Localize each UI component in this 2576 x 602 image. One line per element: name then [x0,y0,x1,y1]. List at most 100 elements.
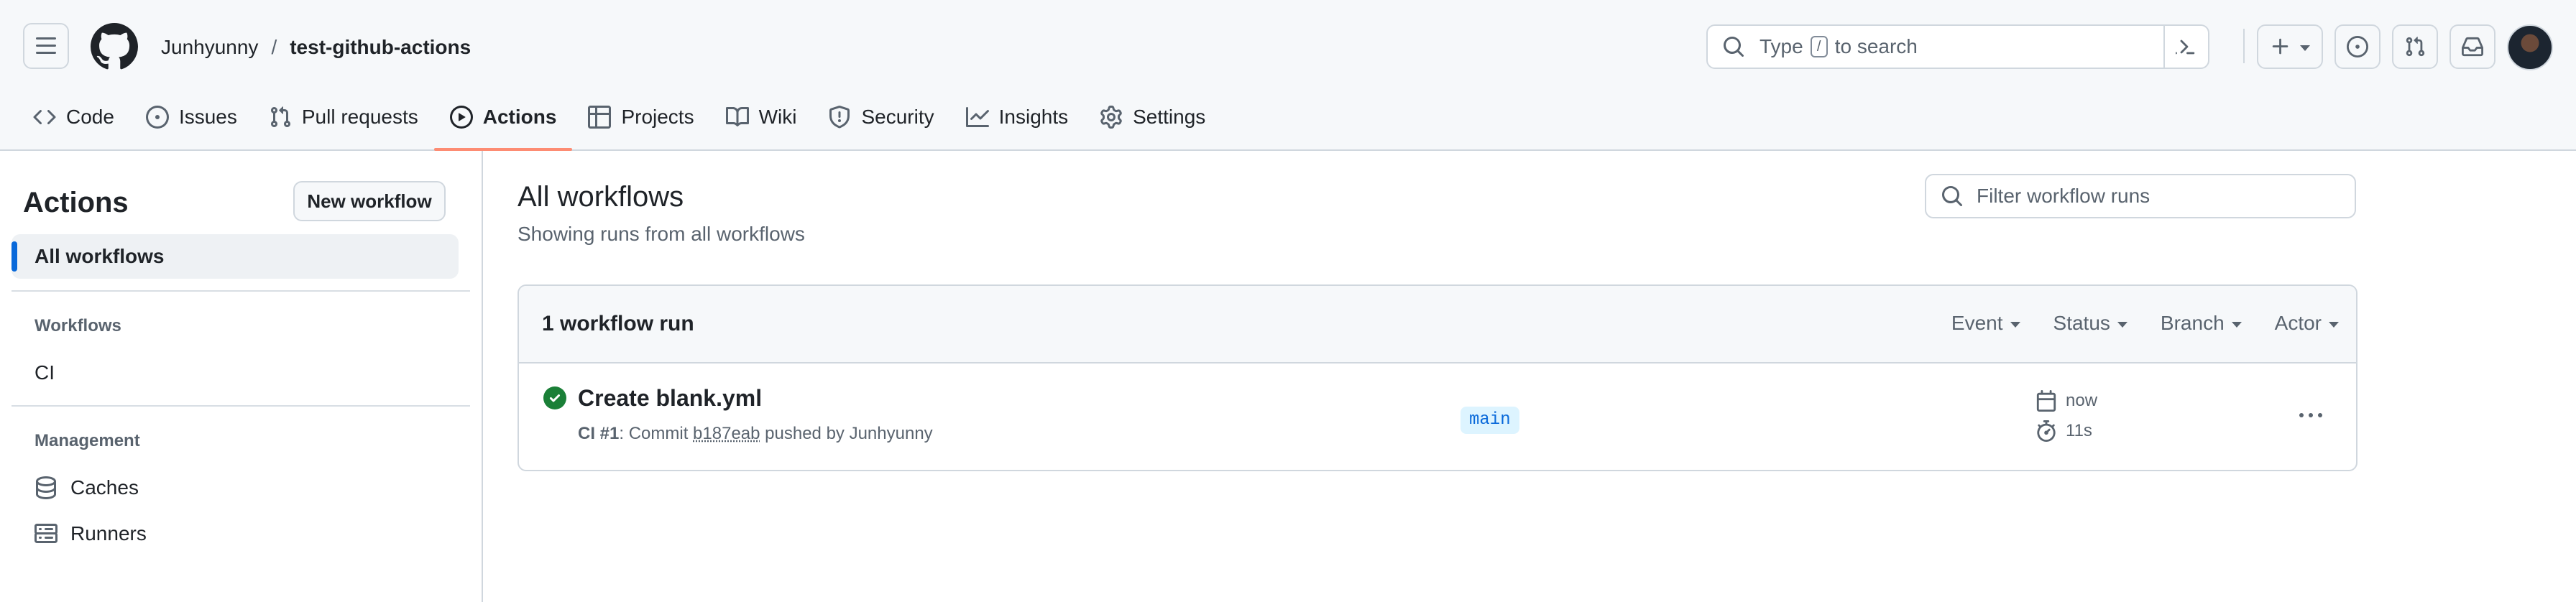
database-icon [36,476,56,499]
branch-filter-dropdown[interactable]: Branch [2161,307,2242,339]
chevron-down-icon [2010,322,2020,328]
tab-actions-label: Actions [482,106,557,128]
command-palette-button[interactable] [2163,26,2208,68]
sidebar-item-label: Caches [70,476,139,499]
graph-icon [965,107,989,127]
pull-requests-button[interactable] [2392,24,2438,69]
tab-projects-label: Projects [621,106,694,128]
run-timing: now 11s [2036,389,2097,443]
page-subtitle: Showing runs from all workflows [518,223,805,245]
page-title: All workflows [518,181,684,213]
search-input[interactable]: Type / to search [1706,24,2209,69]
run-when: now [2066,391,2098,410]
chevron-down-icon [2300,45,2310,51]
search-placeholder-pre: Type [1760,35,1803,57]
tab-wiki-label: Wiki [758,106,797,128]
breadcrumb-separator: / [271,36,277,58]
repo-nav: Code Issues Pull requests Actions Projec… [0,95,1221,151]
search-placeholder: Type / to search [1760,35,1918,58]
commit-sha-link[interactable]: b187eab [693,424,760,443]
search-placeholder-post: to search [1834,35,1918,57]
shield-icon [829,106,850,129]
run-meta-prefix: : Commit [619,424,689,443]
app-header: Junhyunny / test-github-actions Type / t… [0,0,2576,151]
sidebar-item-label: Runners [70,522,147,545]
tab-actions[interactable]: Actions [433,95,573,151]
sidebar-title: Actions [23,187,129,218]
new-workflow-button[interactable]: New workflow [293,181,446,221]
inbox-button[interactable] [2450,24,2496,69]
actions-sidebar: Actions New workflow All workflows Workf… [0,151,483,602]
run-count: 1 workflow run [542,312,694,335]
workflow-run-row[interactable]: Create blank.yml CI #1: Commit b187eab p… [519,363,2356,470]
create-new-button[interactable] [2257,24,2323,69]
avatar[interactable] [2507,24,2553,70]
run-title-link[interactable]: Create blank.yml [578,385,762,412]
breadcrumb-repo[interactable]: test-github-actions [290,32,471,63]
play-icon [449,106,473,129]
breadcrumb: Junhyunny / test-github-actions [161,32,471,63]
github-logo-icon[interactable] [91,23,138,70]
event-filter-dropdown[interactable]: Event [1951,307,2020,339]
tab-security-label: Security [861,106,934,128]
tab-insights-label: Insights [998,106,1069,128]
breadcrumb-owner[interactable]: Junhyunny [161,32,258,63]
tab-issues-label: Issues [178,106,237,128]
issue-icon [2347,36,2368,57]
run-meta-suffix: pushed by Junhyunny [765,424,933,443]
tab-pull-requests[interactable]: Pull requests [253,95,434,139]
sidebar-item-all-workflows[interactable]: All workflows [12,234,459,279]
tab-settings-label: Settings [1133,106,1206,128]
stopwatch-icon [2037,420,2056,442]
header-divider [2243,29,2245,63]
chevron-down-icon [2231,322,2242,328]
table-icon [588,106,612,129]
pull-request-icon [2406,37,2425,57]
status-filter-dropdown[interactable]: Status [2053,307,2128,339]
tab-pull-requests-label: Pull requests [301,106,418,128]
run-options-button[interactable] [2290,398,2332,432]
kebab-icon [2309,413,2313,417]
sidebar-item-label: CI [34,361,55,384]
sidebar-item-label: All workflows [34,245,165,267]
menu-button[interactable] [23,23,69,69]
chevron-down-icon [2117,322,2128,328]
inbox-icon [2462,37,2483,57]
actor-filter-label: Actor [2274,312,2322,334]
tab-wiki[interactable]: Wiki [710,95,813,139]
tab-code[interactable]: Code [17,95,130,139]
tab-code-label: Code [66,106,114,128]
pull-request-icon [270,106,290,128]
workflow-runs-list: 1 workflow run Event Status Branch Actor… [518,284,2358,471]
tab-settings[interactable]: Settings [1084,95,1221,139]
plus-icon [2272,38,2288,55]
sidebar-item-runners[interactable]: Runners [12,511,459,556]
issues-button[interactable] [2334,24,2380,69]
sidebar-item-caches[interactable]: Caches [12,466,459,510]
run-filters: Event Status Branch Actor [1951,307,2339,339]
sidebar-divider [12,290,470,292]
server-icon [34,524,58,543]
runs-list-header: 1 workflow run Event Status Branch Actor [519,286,2356,363]
kebab-icon [2318,413,2322,417]
run-meta: CI #1: Commit b187eab pushed by Junhyunn… [578,424,933,444]
sidebar-divider [12,405,470,407]
code-icon [33,109,56,125]
tab-projects[interactable]: Projects [572,95,709,139]
kebab-icon [2299,413,2304,417]
tab-insights[interactable]: Insights [950,95,1085,139]
branch-badge[interactable]: main [1460,407,1519,434]
chevron-down-icon [2329,322,2339,328]
sidebar-item-ci[interactable]: CI [12,351,459,395]
search-icon [1724,37,1744,57]
book-icon [725,106,749,126]
search-icon [1942,186,1963,207]
filter-workflow-runs-input[interactable]: Filter workflow runs [1925,174,2356,218]
actor-filter-dropdown[interactable]: Actor [2275,307,2339,339]
event-filter-label: Event [1951,312,2003,334]
tab-issues[interactable]: Issues [130,95,253,139]
search-shortcut-key: / [1810,36,1828,57]
filter-placeholder: Filter workflow runs [1977,185,2150,207]
sidebar-group-workflows: Workflows [34,316,121,335]
tab-security[interactable]: Security [812,95,949,139]
